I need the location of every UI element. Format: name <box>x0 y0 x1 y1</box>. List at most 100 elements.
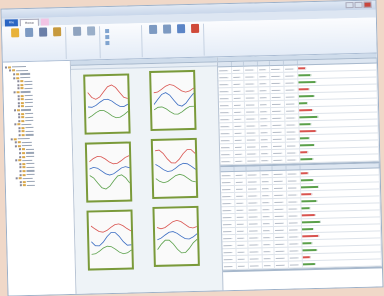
expand-icon[interactable] <box>13 73 16 76</box>
cell-text <box>249 264 259 267</box>
expand-icon[interactable] <box>14 145 17 148</box>
tree-node-label <box>24 116 33 118</box>
expand-icon[interactable] <box>4 66 7 69</box>
ribbon-button[interactable] <box>9 28 21 60</box>
expand-icon[interactable] <box>13 91 16 94</box>
cell-text <box>285 95 295 98</box>
expand-icon[interactable] <box>18 112 21 115</box>
table-cell <box>248 261 263 270</box>
cell-text <box>287 151 297 154</box>
cell-text <box>275 229 285 231</box>
table-cell <box>272 156 287 164</box>
cell-text <box>237 251 245 253</box>
cell-text <box>288 214 298 217</box>
ribbon-button[interactable] <box>161 24 173 56</box>
ribbon-group <box>101 25 143 59</box>
expand-icon[interactable] <box>17 105 20 108</box>
ribbon-tab[interactable]: Home <box>19 18 39 27</box>
chart-thumbnail[interactable] <box>86 209 134 271</box>
mini-chart-line <box>153 84 194 94</box>
tree-panel <box>2 60 77 296</box>
cell-text <box>219 90 229 92</box>
expand-icon[interactable] <box>14 123 17 126</box>
expand-icon[interactable] <box>19 184 22 187</box>
mini-chart-line <box>155 162 196 172</box>
cell-text <box>246 145 256 148</box>
expand-icon[interactable] <box>19 170 22 173</box>
maximize-button[interactable] <box>354 1 363 8</box>
data-grid-top <box>217 58 380 168</box>
expand-icon[interactable] <box>17 87 20 90</box>
expand-icon[interactable] <box>18 119 21 122</box>
folder-icon <box>21 130 25 133</box>
expand-icon[interactable] <box>18 148 22 151</box>
expand-icon[interactable] <box>19 180 22 184</box>
cell-text <box>223 244 233 246</box>
ribbon-tab[interactable] <box>51 18 59 25</box>
chart-thumbnail[interactable] <box>152 205 200 267</box>
expand-icon[interactable] <box>13 76 16 79</box>
expand-icon[interactable] <box>17 80 20 83</box>
expand-icon[interactable] <box>17 98 20 101</box>
expand-icon[interactable] <box>19 166 22 169</box>
ribbon-button[interactable] <box>189 23 201 56</box>
cell-text <box>221 153 231 155</box>
sparkline-bar <box>298 94 315 97</box>
expand-icon[interactable] <box>19 173 22 176</box>
tree-node[interactable] <box>8 183 71 188</box>
ribbon-button[interactable] <box>71 26 83 59</box>
ribbon-button[interactable] <box>175 24 187 56</box>
close-button[interactable] <box>363 1 372 8</box>
tree-node-label <box>23 84 32 86</box>
minimize-button[interactable] <box>345 2 354 9</box>
chart-thumbnail[interactable] <box>83 73 131 135</box>
ribbon-button[interactable] <box>37 27 49 59</box>
expand-icon[interactable] <box>14 109 17 112</box>
tree-node-label <box>19 73 30 75</box>
cell-text <box>222 216 232 218</box>
cell-text <box>259 89 267 91</box>
mini-chart-line <box>89 174 131 190</box>
cell-text <box>234 125 242 127</box>
expand-icon[interactable] <box>15 159 18 162</box>
cell-text <box>263 250 271 252</box>
sparkline-bar <box>298 87 310 90</box>
ribbon-tab[interactable] <box>40 18 49 26</box>
cell-text <box>285 102 295 105</box>
sparkline-bar <box>298 73 312 76</box>
expand-icon[interactable] <box>18 116 21 119</box>
chart-thumbnail[interactable] <box>149 69 197 132</box>
expand-icon[interactable] <box>9 69 12 72</box>
expand-icon[interactable] <box>19 163 22 166</box>
ribbon-tab[interactable]: File <box>4 19 19 27</box>
expand-icon[interactable] <box>14 141 17 144</box>
ribbon-button[interactable] <box>23 27 35 60</box>
tree-node-label <box>26 173 35 176</box>
folder-icon <box>16 73 19 76</box>
cell-text <box>236 202 244 204</box>
expand-icon[interactable] <box>18 134 21 137</box>
expand-icon[interactable] <box>17 83 20 87</box>
expand-icon[interactable] <box>17 101 20 104</box>
ribbon-button[interactable] <box>85 26 97 58</box>
expand-icon[interactable] <box>10 138 13 141</box>
cell-text <box>259 75 267 77</box>
expand-icon[interactable] <box>18 130 21 133</box>
mini-chart-line <box>157 238 198 254</box>
chart-icon <box>148 24 157 35</box>
chart-thumbnail[interactable] <box>84 141 133 203</box>
expand-icon[interactable] <box>15 177 18 180</box>
expand-icon[interactable] <box>19 152 22 155</box>
expand-icon[interactable] <box>17 94 20 97</box>
cell-text <box>287 186 298 189</box>
chart-thumbnail[interactable] <box>150 137 199 199</box>
cell-text <box>248 215 258 218</box>
cell-text <box>272 124 282 126</box>
cell-text <box>263 229 271 231</box>
ribbon-button[interactable] <box>147 24 159 57</box>
expand-icon[interactable] <box>19 155 22 158</box>
cell-text <box>271 89 281 91</box>
expand-icon[interactable] <box>18 127 21 130</box>
ribbon-button[interactable] <box>51 27 63 59</box>
ribbon-checkbox[interactable] <box>105 40 111 46</box>
